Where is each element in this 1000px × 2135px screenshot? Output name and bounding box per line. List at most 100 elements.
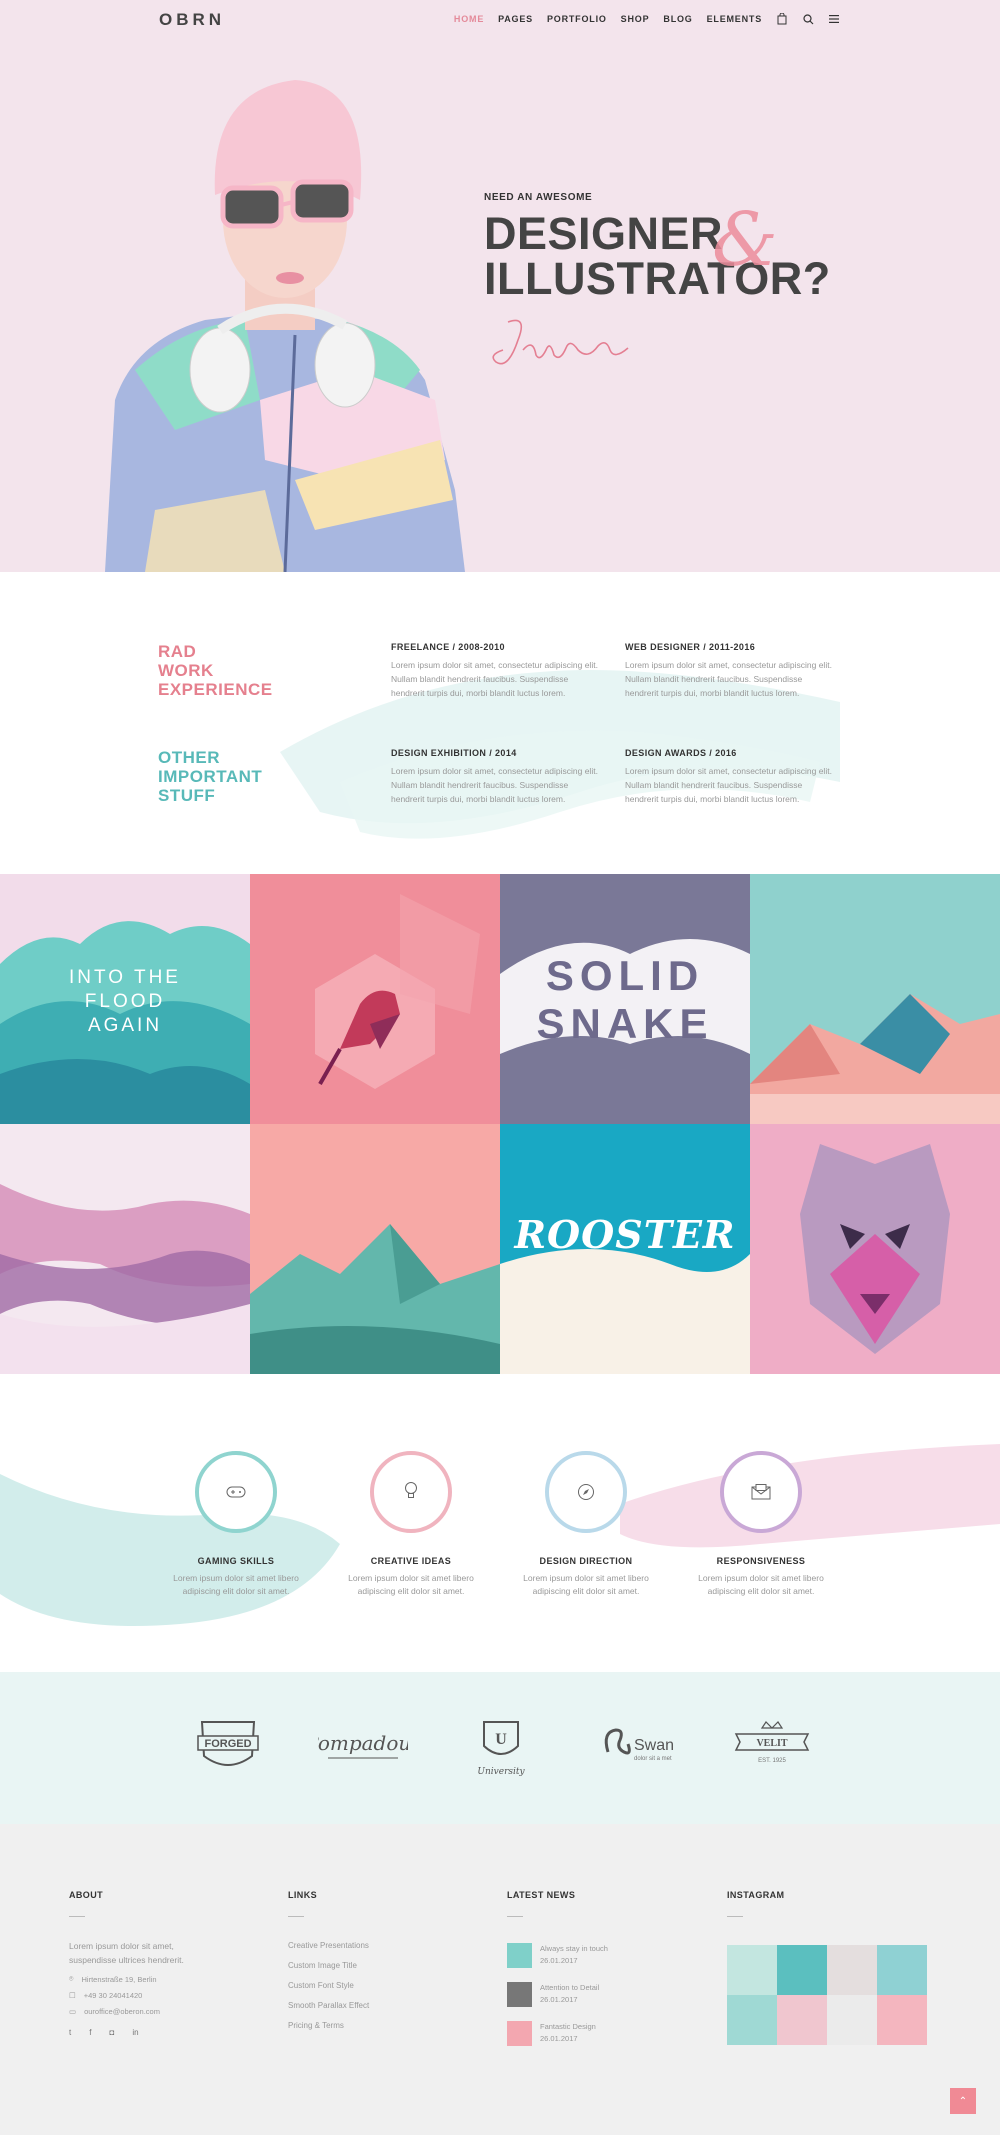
instagram-thumb[interactable] [727,1945,777,1995]
footer-link[interactable]: Custom Font Style [288,1979,458,1992]
footer-link[interactable]: Custom Image Title [288,1959,458,1972]
footer-latest-news: LATEST NEWS Always stay in touch 26.01.2… [507,1890,677,2046]
footer-link[interactable]: Creative Presentations [288,1939,458,1952]
footer-instagram-title: INSTAGRAM [727,1890,785,1900]
tile-title: ROOSTER [514,1212,736,1257]
instagram-thumb[interactable] [877,1995,927,2045]
footer-news-title: LATEST NEWS [507,1890,576,1900]
news-item[interactable]: Fantastic Design 26.01.2017 [507,2021,677,2046]
instagram-thumb[interactable] [727,1995,777,2045]
portfolio-tile-rooster[interactable]: ROOSTER [500,1124,750,1374]
service-title: DESIGN DIRECTION [539,1556,633,1566]
email-row: ▭ ouroffice@oberon.com [69,2007,239,2016]
client-logo-forged[interactable]: FORGED [196,1716,260,1781]
nav-shop[interactable]: SHOP [621,14,650,24]
forged-text: FORGED [204,1738,251,1750]
portfolio-tile-waves[interactable] [0,1124,250,1374]
divider [69,1916,85,1917]
experience-item: DESIGN AWARDS / 2016 Lorem ipsum dolor s… [625,748,835,806]
site-logo[interactable]: OBRN [159,10,225,30]
news-thumbnail [507,2021,532,2046]
footer-link[interactable]: Pricing & Terms [288,2019,458,2032]
twitter-icon[interactable]: t [69,2028,71,2037]
footer-about: ABOUT Lorem ipsum dolor sit amet, suspen… [69,1890,239,2037]
university-letter: U [495,1731,507,1748]
tile-title: SOLID SNAKE [536,952,714,1047]
back-to-top-button[interactable]: ⌃ [950,2088,976,2114]
service-item: DESIGN DIRECTION Lorem ipsum dolor sit a… [511,1450,661,1598]
portfolio-tile-solid-snake[interactable]: SOLID SNAKE [500,874,750,1124]
instagram-thumb[interactable] [827,1945,877,1995]
experience-section: RAD WORK EXPERIENCE OTHER IMPORTANT STUF… [0,572,1000,874]
client-logo-velit[interactable]: VELIT EST. 1925 [732,1720,812,1777]
footer-about-text: Lorem ipsum dolor sit amet, suspendisse … [69,1941,184,1965]
portfolio-tile-tiger[interactable] [750,1124,1000,1374]
other-stuff-heading: OTHER IMPORTANT STUFF [158,748,263,805]
divider [727,1916,743,1917]
monitor-icon: ▭ [69,2007,77,2016]
watercolor-stroke-image [0,1444,1000,1626]
swan-text: Swan [634,1737,674,1754]
services-section: GAMING SKILLS Lorem ipsum dolor sit amet… [0,1374,1000,1672]
instagram-icon[interactable]: ◘ [109,2028,114,2037]
address-text: Hirtenstraße 19, Berlin [81,1974,157,1984]
hero-section: OBRN HOME PAGES PORTFOLIO SHOP BLOG ELEM… [0,0,1000,572]
news-date: 26.01.2017 [540,1956,578,1965]
cart-icon[interactable] [776,13,788,25]
portfolio-tile-into-the-flood[interactable]: INTO THE FLOOD AGAIN [0,874,250,1124]
experience-item-title: DESIGN AWARDS / 2016 [625,748,737,758]
hero-portrait-image [105,80,465,572]
menu-icon[interactable] [828,13,840,25]
location-pin-icon: ⌾ [69,1974,74,1983]
nav-home[interactable]: HOME [454,14,484,24]
footer-about-title: ABOUT [69,1890,103,1900]
phone-row: ☐ +49 30 24041420 [69,1991,239,2000]
portfolio-tile-mountains[interactable] [250,1124,500,1374]
service-ring [719,1450,803,1534]
news-item[interactable]: Always stay in touch 26.01.2017 [507,1943,677,1968]
linkedin-icon[interactable]: in [132,2028,138,2037]
experience-item-title: DESIGN EXHIBITION / 2014 [391,748,517,758]
instagram-thumb[interactable] [827,1995,877,2045]
news-title[interactable]: Fantastic Design [540,2021,596,2033]
nav-blog[interactable]: BLOG [663,14,692,24]
portfolio-tile-bird[interactable] [250,874,500,1124]
service-text: Lorem ipsum dolor sit amet libero adipis… [698,1573,824,1596]
nav-portfolio[interactable]: PORTFOLIO [547,14,607,24]
experience-item-title: WEB DESIGNER / 2011-2016 [625,642,756,652]
nav-pages[interactable]: PAGES [498,14,533,24]
service-item: CREATIVE IDEAS Lorem ipsum dolor sit ame… [336,1450,486,1598]
news-date: 26.01.2017 [540,1995,578,2004]
experience-item: FREELANCE / 2008-2010 Lorem ipsum dolor … [391,642,601,700]
client-logo-pompadour[interactable]: Pompadour [304,1724,422,1773]
instagram-thumb[interactable] [777,1995,827,2045]
hero-title-line1: DESIGNER [484,208,724,259]
social-links: t f ◘ in [69,2028,239,2037]
news-date: 26.01.2017 [540,2034,578,2043]
velit-subtext: EST. 1925 [758,1758,786,1764]
watercolor-stroke-image [280,670,840,839]
email-link[interactable]: ouroffice@oberon.com [84,2007,160,2016]
news-title[interactable]: Attention to Detail [540,1982,599,1994]
footer-link[interactable]: Smooth Parallax Effect [288,1999,458,2012]
pompadour-text: Pompadour [318,1731,408,1755]
news-title[interactable]: Always stay in touch [540,1943,608,1955]
instagram-thumb[interactable] [777,1945,827,1995]
address-row: ⌾ Hirtenstraße 19, Berlin [69,1974,239,1984]
news-thumbnail [507,1943,532,1968]
service-title: RESPONSIVENESS [716,1556,806,1566]
instagram-thumb[interactable] [877,1945,927,1995]
swan-subtext: dolor sit a met [634,1756,672,1762]
search-icon[interactable] [802,13,814,25]
facebook-icon[interactable]: f [89,2028,91,2037]
client-logo-swan[interactable]: Swan dolor sit a met [598,1722,678,1773]
experience-item-text: Lorem ipsum dolor sit amet, consectetur … [391,660,598,698]
nav-elements[interactable]: ELEMENTS [707,14,762,24]
service-text: Lorem ipsum dolor sit amet libero adipis… [523,1573,649,1596]
portfolio-tile-desert[interactable] [750,874,1000,1124]
lightbulb-icon [404,1481,418,1506]
client-logo-university[interactable]: U University [476,1716,526,1785]
hero-ampersand: & [712,197,778,283]
news-item[interactable]: Attention to Detail 26.01.2017 [507,1982,677,2007]
signature-image [492,319,629,365]
